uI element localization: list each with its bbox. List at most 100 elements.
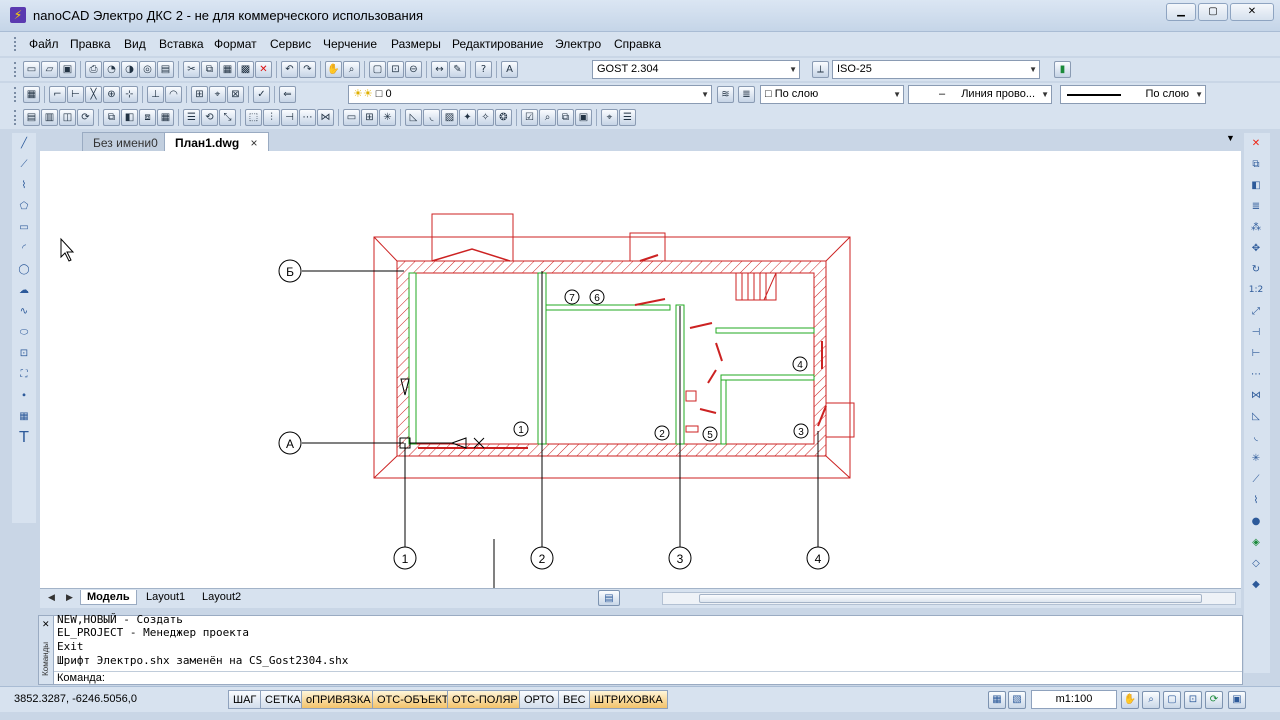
- wipeout-icon[interactable]: ❂: [495, 109, 512, 126]
- design-center-icon[interactable]: ▥: [41, 109, 58, 126]
- page-setup-icon[interactable]: ▤: [157, 61, 174, 78]
- close-window-button[interactable]: ✕: [1230, 3, 1274, 21]
- annotation-scale[interactable]: m1:100: [1031, 690, 1117, 709]
- menu-insert[interactable]: Вставка: [159, 37, 204, 51]
- copy-objects-icon[interactable]: ⧉: [103, 109, 120, 126]
- chamfer-icon[interactable]: ◺: [405, 109, 422, 126]
- menu-format[interactable]: Формат: [214, 37, 257, 51]
- toolbar-grip[interactable]: [14, 110, 17, 125]
- fullscreen-icon[interactable]: ▣: [1228, 691, 1246, 709]
- menu-electro[interactable]: Электро: [555, 37, 601, 51]
- array-vertical-icon[interactable]: ⁂: [1247, 220, 1265, 238]
- trim-icon[interactable]: ⫶: [263, 109, 280, 126]
- move-icon[interactable]: ☰: [183, 109, 200, 126]
- menu-draw[interactable]: Черчение: [323, 37, 377, 51]
- menubar-grip[interactable]: [14, 37, 17, 51]
- mirror-icon[interactable]: ◧: [121, 109, 138, 126]
- snap-center-icon[interactable]: ⊕: [103, 86, 120, 103]
- join-icon[interactable]: ⋈: [317, 109, 334, 126]
- snap-apparent-icon[interactable]: ⊠: [227, 86, 244, 103]
- regen-icon[interactable]: ⟳: [1205, 691, 1223, 709]
- layer-states-icon[interactable]: ≣: [738, 86, 755, 103]
- fillet-vertical-icon[interactable]: ◟: [1247, 430, 1265, 448]
- scrollbar-thumb[interactable]: [699, 594, 1202, 603]
- publish-icon[interactable]: ◑: [121, 61, 138, 78]
- snap-toggle[interactable]: ШАГ: [228, 690, 262, 709]
- ellipse-icon[interactable]: ⬭: [15, 325, 33, 343]
- image-icon[interactable]: ▣: [575, 109, 592, 126]
- text-style-icon[interactable]: A: [501, 61, 518, 78]
- copy-icon[interactable]: ⧉: [201, 61, 218, 78]
- rotate-vertical-icon[interactable]: ↻: [1247, 262, 1265, 280]
- zoom-extents-status-icon[interactable]: ⊡: [1184, 691, 1202, 709]
- print-icon[interactable]: ⎙: [85, 61, 102, 78]
- polygon-icon[interactable]: ⬠: [15, 199, 33, 217]
- group-icon[interactable]: ⧉: [557, 109, 574, 126]
- spline-icon[interactable]: ∿: [15, 304, 33, 322]
- undo-icon[interactable]: ↶: [281, 61, 298, 78]
- dim-style-icon[interactable]: ⟂: [812, 61, 829, 78]
- zoom-window-icon[interactable]: ▢: [369, 61, 386, 78]
- snap-settings-icon[interactable]: ✓: [253, 86, 270, 103]
- crosshair-icon[interactable]: ⌖: [601, 109, 618, 126]
- fillet-icon[interactable]: ◟: [423, 109, 440, 126]
- stretch-vertical-icon[interactable]: ⤢: [1247, 304, 1265, 322]
- snap-perpendicular-icon[interactable]: ⊥: [147, 86, 164, 103]
- pencil-icon[interactable]: ✎: [449, 61, 466, 78]
- maximize-button[interactable]: ▢: [1198, 3, 1228, 21]
- snap-midpoint-icon[interactable]: ⊢: [67, 86, 84, 103]
- hatch-icon[interactable]: ▨: [441, 109, 458, 126]
- save-icon[interactable]: ▣: [59, 61, 76, 78]
- layout-toggle-icon[interactable]: ▤: [598, 590, 620, 606]
- layout-next-icon[interactable]: ▶: [66, 592, 73, 603]
- cut-icon[interactable]: ✂: [183, 61, 200, 78]
- color-select[interactable]: □ По слою ▼: [760, 85, 904, 104]
- text-icon[interactable]: T: [15, 430, 33, 448]
- ortho-toggle[interactable]: ОРТО: [519, 690, 560, 709]
- viewport-icon[interactable]: ▧: [1008, 691, 1026, 709]
- paste-icon[interactable]: ▦: [219, 61, 236, 78]
- line-icon[interactable]: ╱: [15, 136, 33, 154]
- layers-green-icon[interactable]: ◈: [1247, 535, 1265, 553]
- hatch-draw-icon[interactable]: ▦: [15, 409, 33, 427]
- rotate-icon[interactable]: ⟲: [201, 109, 218, 126]
- text-style-select[interactable]: GOST 2.304 ▼: [592, 60, 800, 79]
- tab-layout2[interactable]: Layout2: [196, 590, 247, 604]
- region-icon[interactable]: ✦: [459, 109, 476, 126]
- insert-block-icon[interactable]: ⊡: [15, 346, 33, 364]
- trim-vertical-icon[interactable]: ⊣: [1247, 325, 1265, 343]
- measure-icon[interactable]: ↔: [431, 61, 448, 78]
- find-icon[interactable]: ⌕: [539, 109, 556, 126]
- snap-insert-icon[interactable]: ⊞: [191, 86, 208, 103]
- lengthen-vertical-icon[interactable]: ⟋: [1247, 472, 1265, 490]
- layer-freeze-icon[interactable]: ◇: [1247, 556, 1265, 574]
- point-icon[interactable]: ∙: [15, 388, 33, 406]
- zoom-status-icon[interactable]: ⌕: [1142, 691, 1160, 709]
- menu-dimensions[interactable]: Размеры: [391, 37, 441, 51]
- explode-icon[interactable]: ✳: [379, 109, 396, 126]
- close-command-icon[interactable]: ✕: [42, 619, 50, 630]
- explode-vertical-icon[interactable]: ✳: [1247, 451, 1265, 469]
- construction-line-icon[interactable]: ⟋: [15, 157, 33, 175]
- pan-status-icon[interactable]: ✋: [1121, 691, 1139, 709]
- layer-select[interactable]: ☀☀ □ 0 ▼: [348, 85, 712, 104]
- drawing-canvas[interactable]: Б A 1 2 3 4 1 2 3 4 5 6 7: [40, 151, 1241, 588]
- offset-icon[interactable]: ⧈: [139, 109, 156, 126]
- arc-icon[interactable]: ◜: [15, 241, 33, 259]
- scale-vertical-icon[interactable]: 1:2: [1247, 283, 1265, 301]
- array-icon[interactable]: ▦: [157, 109, 174, 126]
- snap-endpoint-icon[interactable]: ⌐: [49, 86, 66, 103]
- tabs-dropdown-icon[interactable]: ▼: [1226, 133, 1235, 143]
- snap-node-icon[interactable]: ⊹: [121, 86, 138, 103]
- tab-model[interactable]: Модель: [80, 590, 137, 605]
- help-icon[interactable]: ?: [475, 61, 492, 78]
- edit-polyline-icon[interactable]: ⌇: [1247, 493, 1265, 511]
- list-icon[interactable]: ☰: [619, 109, 636, 126]
- polar-toggle[interactable]: ОТС-ПОЛЯР: [447, 690, 523, 709]
- linetype-select[interactable]: – Линия прово... ▼: [908, 85, 1052, 104]
- toolbar-grip[interactable]: [14, 87, 17, 102]
- delete-icon[interactable]: ✕: [255, 61, 272, 78]
- book-icon[interactable]: ▮: [1054, 61, 1071, 78]
- match-properties-icon[interactable]: ▩: [237, 61, 254, 78]
- extend-icon[interactable]: ⊣: [281, 109, 298, 126]
